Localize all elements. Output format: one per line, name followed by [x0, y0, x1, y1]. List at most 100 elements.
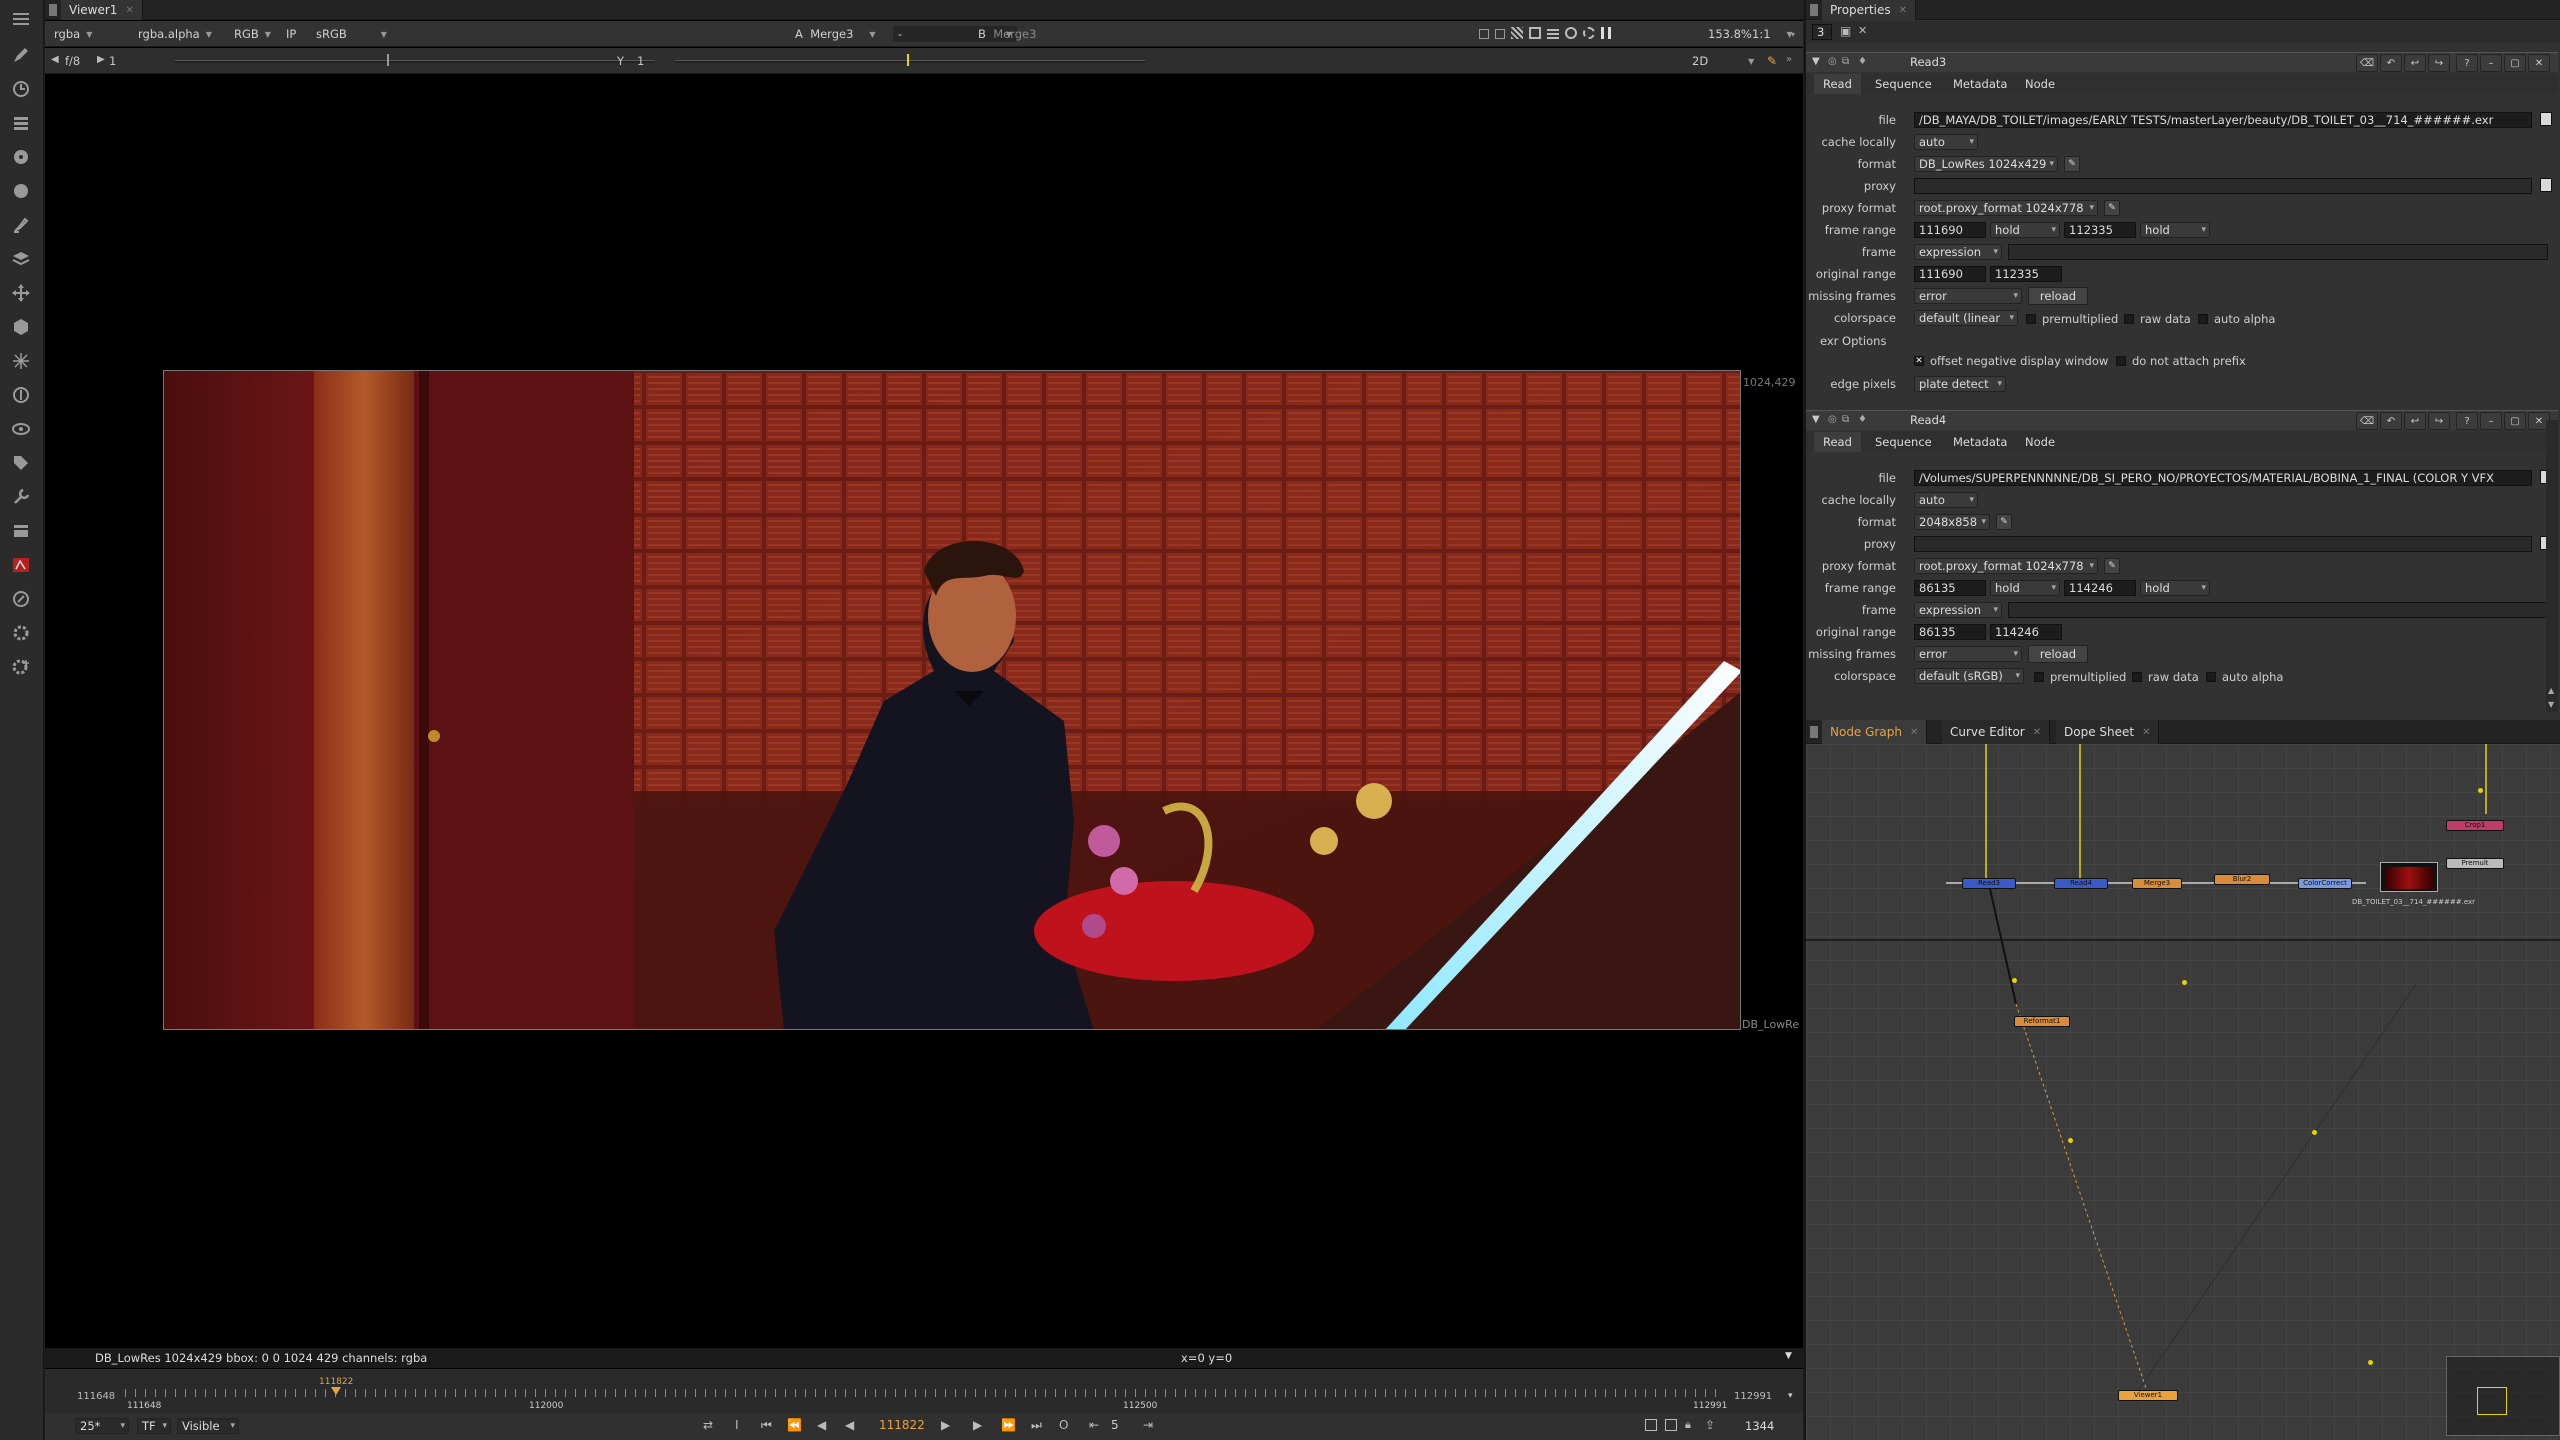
tab-sequence[interactable]: Sequence	[1866, 74, 1941, 94]
lens-icon[interactable]	[8, 586, 34, 612]
next-keyframe-icon[interactable]: ⏩	[1001, 1418, 1016, 1432]
float-icon[interactable]: ⧉	[1842, 414, 1849, 425]
play-reverse-icon[interactable]: ◀	[845, 1418, 854, 1432]
film-icon[interactable]	[8, 518, 34, 544]
orig-end-field[interactable]: 112335	[1990, 266, 2062, 282]
dot-node[interactable]	[2012, 978, 2017, 983]
tab-viewer1[interactable]: Viewer1 ✕	[61, 0, 143, 20]
increment-icon[interactable]: ▶	[97, 54, 105, 65]
before-dropdown[interactable]: hold	[1990, 580, 2060, 596]
increment-value[interactable]: 5	[1111, 1418, 1119, 1432]
format-dropdown[interactable]: DB_LowRes 1024x429	[1914, 156, 2058, 172]
overlay-icon[interactable]	[1529, 27, 1541, 39]
cube-icon[interactable]	[8, 314, 34, 340]
node-read3[interactable]: Read3	[1962, 878, 2016, 889]
revert-icon[interactable]: ⌫	[2356, 54, 2378, 72]
step-forward-icon[interactable]: ▶︎	[973, 1418, 982, 1432]
input-b-dropdown[interactable]: B Merge3	[973, 26, 1041, 42]
auto-alpha-checkbox[interactable]: auto alpha	[2206, 670, 2283, 684]
pane-menu-icon[interactable]	[1810, 4, 1818, 16]
play-icon[interactable]: ▶	[941, 1418, 950, 1432]
settings-icon[interactable]	[1583, 27, 1595, 39]
proxy-format-edit-button[interactable]: ✎	[2104, 558, 2120, 574]
dot-node[interactable]	[2478, 788, 2483, 793]
tab-properties[interactable]: Properties ✕	[1822, 0, 1917, 20]
node-blur[interactable]: Blur2	[2214, 874, 2270, 885]
red-node-icon[interactable]	[8, 552, 34, 578]
proxy-format-edit-button[interactable]: ✎	[2104, 200, 2120, 216]
tf-dropdown[interactable]: TF	[137, 1418, 171, 1434]
increment-back-icon[interactable]: ⇤	[1089, 1418, 1099, 1432]
node-color-correct[interactable]: ColorCorrect	[2298, 878, 2352, 889]
raw-data-checkbox[interactable]: raw data	[2132, 670, 2199, 684]
colorspace-dropdown[interactable]: default (sRGB)	[1914, 668, 2024, 684]
timeline-menu-icon[interactable]: ▾	[1788, 1391, 1793, 1401]
orig-end-field[interactable]: 114246	[1990, 624, 2062, 640]
move-icon[interactable]	[8, 280, 34, 306]
missing-frames-dropdown[interactable]: error	[1914, 646, 2022, 662]
tab-read[interactable]: Read	[1814, 432, 1861, 452]
revert-icon[interactable]: ⌫	[2356, 412, 2378, 430]
redo-icon[interactable]: ↪	[2428, 412, 2450, 430]
lock-panel-icon[interactable]: ▣	[1840, 24, 1851, 38]
tag-icon[interactable]	[8, 450, 34, 476]
no-prefix-checkbox[interactable]: do not attach prefix	[2116, 354, 2246, 368]
dot-node[interactable]	[2312, 1130, 2317, 1135]
playhead[interactable]	[331, 1387, 341, 1395]
node-premult[interactable]: Premult	[2446, 858, 2504, 869]
float-window-icon[interactable]: ▢	[2504, 412, 2526, 430]
properties-scrollbar[interactable]: ▲ ▼	[2546, 420, 2558, 712]
frame-mode-dropdown[interactable]: expression	[1914, 244, 2002, 260]
layers-icon[interactable]	[8, 246, 34, 272]
color-picker-icon[interactable]: ✎	[1767, 54, 1777, 68]
list-icon[interactable]	[1547, 27, 1559, 39]
pen-icon[interactable]	[8, 42, 34, 68]
prev-keyframe-icon[interactable]: ⏪	[787, 1418, 802, 1432]
node-color-icon[interactable]: ◎	[1828, 56, 1837, 67]
format-edit-button[interactable]: ✎	[2064, 156, 2080, 172]
tab-node[interactable]: Node	[2016, 432, 2064, 452]
file-browser-icon[interactable]	[2540, 112, 2552, 126]
format-edit-button[interactable]: ✎	[1996, 514, 2012, 530]
file-browser-icon[interactable]	[2540, 178, 2552, 192]
proxy-field[interactable]	[1914, 536, 2532, 552]
lock-icon[interactable]: 🔒︎	[1685, 1418, 1691, 1432]
export-icon[interactable]: ⇪	[1705, 1418, 1715, 1432]
lut-dropdown[interactable]: sRGB ▼	[311, 26, 392, 42]
cache-dropdown[interactable]: auto	[1914, 492, 1978, 508]
channels-dropdown[interactable]: rgba ▼	[49, 26, 97, 42]
edge-pixels-dropdown[interactable]: plate detect	[1914, 376, 2006, 392]
visibility-dropdown[interactable]: Visible	[177, 1418, 239, 1434]
eye-icon[interactable]	[8, 416, 34, 442]
frame-expression-field[interactable]	[2008, 244, 2548, 260]
tab-metadata[interactable]: Metadata	[1944, 432, 2016, 452]
input-a-dropdown[interactable]: A Merge3 ▼	[790, 26, 881, 42]
tab-curve-editor[interactable]: Curve Editor ✕	[1942, 720, 2051, 744]
node-crop[interactable]: Crop1	[2446, 820, 2504, 831]
read4-name[interactable]: Read4	[1906, 413, 2146, 429]
out-point-icon[interactable]: O	[1059, 1418, 1068, 1432]
gamma-slider[interactable]	[675, 60, 1145, 63]
dot-node[interactable]	[2182, 980, 2187, 985]
redo-icon[interactable]: ↪	[2428, 54, 2450, 72]
stack-icon[interactable]	[8, 110, 34, 136]
scroll-down-icon[interactable]: ▼	[2548, 700, 2554, 709]
close-icon[interactable]: ✕	[2528, 54, 2550, 72]
proxy-format-dropdown[interactable]: root.proxy_format 1024x778	[1914, 558, 2098, 574]
proxy-field[interactable]	[1914, 178, 2532, 194]
viewer-image[interactable]	[163, 370, 1741, 1030]
node-thumbnail[interactable]	[2380, 862, 2438, 892]
keyer-icon[interactable]	[8, 382, 34, 408]
help-icon[interactable]: ?	[2456, 412, 2478, 430]
status-expand-icon[interactable]: ▼	[1785, 1351, 1792, 1361]
raw-data-checkbox[interactable]: raw data	[2124, 312, 2191, 326]
step-back-icon[interactable]: ◀︎	[817, 1418, 826, 1432]
pause-icon[interactable]	[1601, 27, 1611, 39]
current-frame-field[interactable]: 111822	[879, 1418, 925, 1432]
minimap-viewport[interactable]	[2477, 1387, 2507, 1415]
fps-dropdown[interactable]: 25*	[75, 1418, 129, 1434]
node-graph-canvas[interactable]: Read3 Read4 Merge3 Blur2 ColorCorrect DB…	[1806, 744, 2560, 1440]
display-dropdown[interactable]: RGB ▼	[229, 26, 276, 42]
node-color-icon[interactable]: ◎	[1828, 414, 1837, 425]
paint-icon[interactable]	[8, 212, 34, 238]
